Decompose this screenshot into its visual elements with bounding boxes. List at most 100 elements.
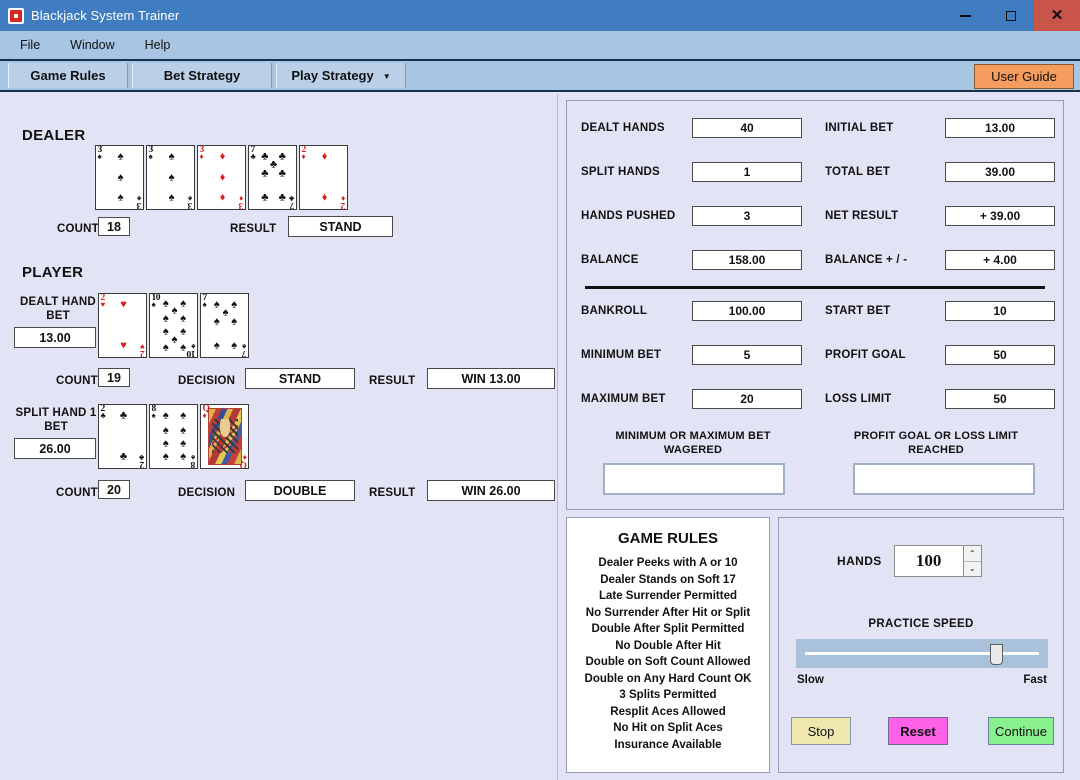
stat-value[interactable]: 39.00 [945,162,1055,182]
minimize-button[interactable] [942,0,988,31]
card-pip: ♠ [117,150,124,163]
menu-item-help[interactable]: Help [145,38,171,52]
card-corner-bottom: 3 ♦ [239,194,244,210]
tab-game-rules[interactable]: Game Rules [8,63,128,88]
split-hand-label-2: BET [44,421,68,433]
hands-value[interactable]: 100 [895,546,963,576]
card-pip: ♠ [162,409,169,422]
card-pips: ♠ ♠ ♠ ♠ ♠ ♠ ♠ ♠ ♠ ♠ [159,298,190,353]
card-pips: ♠ ♠ ♠ [156,150,187,205]
card-pips: ♠ ♠ ♠ ♠ ♠ ♠ ♠ ♠ [159,409,190,464]
card-pips: ♥ ♥ [108,298,139,353]
hands-label: HANDS [837,554,882,568]
practice-speed-slider[interactable] [796,639,1048,668]
card-corner-top: 7 ♠ [202,293,208,309]
split-hand-decision-value: DOUBLE [245,480,355,501]
toolbar: Game Rules Bet Strategy Play Strategy ▼ … [0,59,1080,92]
window-title: Blackjack System Trainer [31,8,180,23]
card-pip: ♠ [162,341,169,353]
stat-label: NET RESULT [825,210,899,222]
card-pip: ♠ [213,339,220,352]
card-corner-bottom: 3 ♠ [137,194,142,210]
reset-button[interactable]: Reset [888,717,948,745]
card-pips: ♦ ♦ ♦ [207,150,238,205]
statistics-panel: DEALT HANDS 40 SPLIT HANDS 1 HANDS PUSHED 3 BA… [566,100,1064,510]
setting-value[interactable]: 10 [945,301,1055,321]
playing-card-2-red: 2 ♦ 2 ♦ ♦ ♦ [299,145,348,210]
dealer-result-label: RESULT [230,223,277,235]
stat-row: NET RESULT + 39.00 [567,206,1063,228]
game-rule-item: No Surrender After Hit or Split [585,606,751,619]
game-rule-item: Dealer Stands on Soft 17 [600,573,736,586]
card-pip: ♠ [162,450,169,463]
card-corner-top: 3 ♠ [148,145,154,161]
dealer-count-label: COUNT [57,223,99,235]
game-rule-item: No Double After Hit [615,639,721,652]
window-controls: ✕ [942,0,1080,31]
menu-item-window[interactable]: Window [70,38,114,52]
user-guide-button[interactable]: User Guide [974,64,1074,89]
card-corner-top: 7 ♣ [250,145,256,161]
tab-play-strategy[interactable]: Play Strategy ▼ [276,63,406,88]
card-pip: ♠ [168,150,175,163]
game-rule-item: Resplit Aces Allowed [610,705,726,718]
dealt-hand-label-2: BET [46,310,70,322]
card-pip: ♠ [168,191,175,204]
card-pip: ♥ [120,339,127,352]
card-pip: ♥ [120,298,127,311]
game-rule-item: Insurance Available [614,738,722,751]
setting-value[interactable]: 50 [945,345,1055,365]
card-corner-bottom: 2 ♣ [139,453,145,469]
slider-thumb[interactable] [990,644,1003,665]
setting-label: START BET [825,305,891,317]
card-pip: ♣ [119,409,128,422]
game-rule-item: Double on Soft Count Allowed [585,656,751,668]
title-bar: Blackjack System Trainer ✕ [0,0,1080,31]
card-pip: ♠ [162,325,169,338]
close-button[interactable]: ✕ [1034,0,1080,31]
maximize-button[interactable] [988,0,1034,31]
setting-row: START BET 10 [567,301,1063,323]
player-heading: PLAYER [22,264,84,281]
card-pip: ♠ [180,325,187,338]
stat-value[interactable]: + 39.00 [945,206,1055,226]
card-pip: ♠ [180,424,187,437]
practice-speed-label: PRACTICE SPEED [868,618,974,630]
hands-stepper[interactable]: 100 ⌃ ⌄ [893,545,982,577]
app-gear-icon [8,7,24,24]
controls-panel: HANDS 100 ⌃ ⌄ PRACTICE SPEED Slow Fast S… [778,517,1064,773]
card-pip: ♣ [278,167,286,180]
card-pip: ♦ [219,191,226,204]
card-pip: ♣ [278,191,286,204]
stepper-up-icon[interactable]: ⌃ [963,546,981,561]
game-rule-item: 3 Splits Permitted [619,689,717,701]
playing-card-3-black: 3 ♠ 3 ♠ ♠ ♠ ♠ [146,145,195,210]
card-pip: ♦ [219,171,226,183]
card-pip: ♠ [180,409,187,422]
setting-value[interactable]: 50 [945,389,1055,409]
stepper-down-icon[interactable]: ⌄ [963,560,981,576]
playing-card-Q-red: Q ♦ Q ♦ [200,404,249,469]
card-pip: ♠ [162,437,169,450]
setting-row: PROFIT GOAL 50 [567,345,1063,367]
stat-label: INITIAL BET [825,122,894,134]
tab-bet-strategy[interactable]: Bet Strategy [132,63,272,88]
goal-limit-indicator [853,463,1035,495]
stat-value[interactable]: + 4.00 [945,250,1055,270]
card-pip: ♣ [278,150,286,163]
card-pip: ♦ [321,150,328,163]
continue-button[interactable]: Continue [988,717,1054,745]
card-pip: ♠ [162,297,169,309]
menu-item-file[interactable]: File [20,38,40,52]
game-rules-title: GAME RULES [617,530,718,547]
card-pips: ♠ ♠ ♠ [105,150,136,205]
card-corner-bottom: 2 ♦ [341,194,346,210]
stop-button[interactable]: Stop [791,717,851,745]
setting-row: LOSS LIMIT 50 [567,389,1063,411]
game-rule-item: No Hit on Split Aces [613,722,723,734]
split-hand-count-label: COUNT [56,487,98,499]
stat-value[interactable]: 13.00 [945,118,1055,138]
card-corner-top: 2 ♥ [100,293,106,309]
card-pip: ♣ [269,158,278,171]
card-pip: ♠ [162,424,169,437]
